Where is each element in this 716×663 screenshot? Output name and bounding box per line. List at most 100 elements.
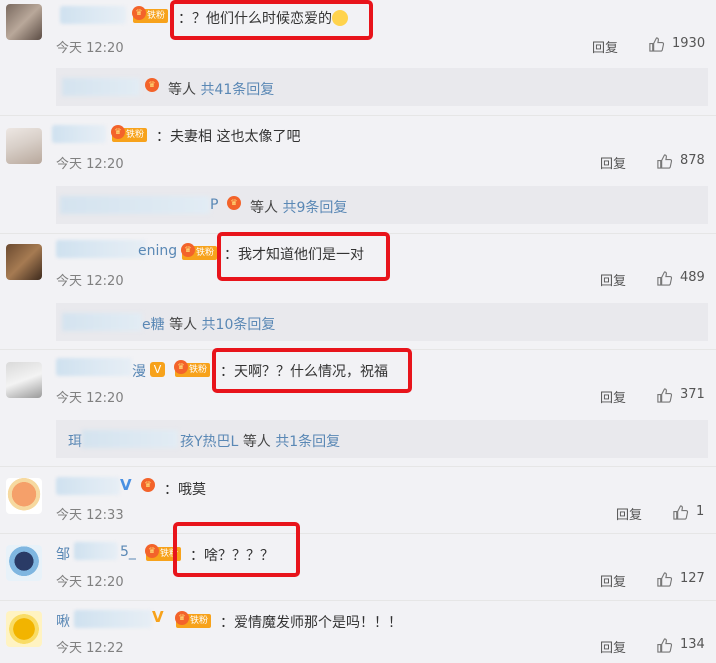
like-count: 878 — [680, 153, 705, 168]
reply-username[interactable] — [82, 430, 178, 448]
reply-button[interactable]: 回复 — [592, 37, 618, 56]
thumbs-up-icon — [649, 37, 665, 52]
verified-v-icon: V — [120, 476, 132, 494]
replies-summary[interactable]: 珥 孩Y热巴L 等人 共1条回复 — [56, 420, 708, 458]
fan-badge: ♛ 铁粉 — [111, 125, 148, 142]
username-tail[interactable]: ening — [138, 243, 177, 259]
crown-icon: ♛ — [227, 196, 241, 210]
like-button[interactable]: 134 — [656, 637, 710, 655]
divider — [0, 533, 716, 534]
crown-icon: ♛ — [132, 6, 146, 20]
reply-username[interactable] — [60, 196, 210, 214]
replies-summary[interactable]: e糖 等人 共10条回复 — [56, 303, 708, 341]
highlight-box — [173, 522, 300, 577]
username-tail[interactable]: 5_ — [120, 544, 136, 560]
v-icon: V — [150, 362, 165, 377]
username[interactable] — [74, 542, 118, 560]
comment-text: ：夫妻相 这也太像了吧 — [156, 129, 301, 145]
timestamp: 今天 12:20 — [56, 41, 124, 56]
reply-button[interactable]: 回复 — [616, 504, 642, 523]
highlight-box — [212, 348, 412, 393]
username-tail[interactable]: 漫 — [132, 361, 146, 381]
timestamp: 今天 12:20 — [56, 391, 124, 406]
like-button[interactable]: 1 — [672, 504, 710, 522]
fan-badge: ♛ 铁粉 — [181, 243, 218, 260]
username[interactable] — [60, 6, 126, 24]
fan-badge: ♛ — [141, 478, 156, 495]
reply-button[interactable]: 回复 — [600, 637, 626, 656]
others-label: 等人 — [242, 434, 271, 450]
reply-username[interactable] — [62, 313, 142, 331]
timestamp: 今天 12:20 — [56, 157, 124, 172]
reply-button[interactable]: 回复 — [600, 387, 626, 406]
fan-badge: ♛ — [145, 78, 160, 95]
crown-icon: ♛ — [181, 243, 195, 257]
reply-username[interactable] — [62, 78, 140, 96]
timestamp: 今天 12:22 — [56, 641, 124, 656]
reply-username-tail[interactable]: 孩Y热巴L — [180, 434, 238, 450]
like-button[interactable]: 878 — [656, 153, 710, 171]
fan-badge: ♛ — [227, 196, 242, 213]
crown-icon: ♛ — [141, 478, 155, 492]
username[interactable] — [56, 477, 120, 495]
highlight-box — [170, 0, 373, 40]
divider — [0, 115, 716, 116]
avatar[interactable] — [6, 362, 42, 398]
comment-text: ：哦莫 — [164, 482, 206, 498]
username[interactable] — [56, 358, 132, 376]
verified-v-icon: V — [152, 608, 164, 626]
username[interactable] — [56, 240, 146, 258]
username-head[interactable]: 啾 — [56, 611, 70, 631]
reply-username-tail[interactable]: P — [210, 197, 218, 213]
avatar[interactable] — [6, 545, 42, 581]
thumbs-up-icon — [673, 505, 689, 520]
avatar[interactable] — [6, 478, 42, 514]
avatar[interactable] — [6, 4, 42, 40]
view-replies-link[interactable]: 共41条回复 — [200, 82, 274, 98]
timestamp: 今天 12:20 — [56, 575, 124, 590]
crown-icon: ♛ — [145, 544, 159, 558]
crown-icon: ♛ — [175, 611, 189, 625]
thumbs-up-icon — [657, 572, 673, 587]
username[interactable] — [52, 125, 106, 143]
username[interactable] — [74, 610, 152, 628]
reply-username-tail[interactable]: e糖 — [142, 317, 165, 333]
reply-button[interactable]: 回复 — [600, 270, 626, 289]
view-replies-link[interactable]: 共10条回复 — [202, 317, 276, 333]
thumbs-up-icon — [657, 271, 673, 286]
reply-button[interactable]: 回复 — [600, 153, 626, 172]
reply-username-head[interactable]: 珥 — [68, 434, 82, 450]
others-label: 等人 — [250, 200, 278, 216]
divider — [0, 466, 716, 467]
comment-text: ：爱情魔发师那个是吗！！！ — [220, 615, 402, 631]
replies-summary[interactable]: P ♛ 等人 共9条回复 — [56, 186, 708, 224]
fan-badge: ♛ 铁粉 — [132, 6, 169, 23]
like-button[interactable]: 371 — [656, 387, 710, 405]
like-button[interactable]: 127 — [656, 571, 710, 589]
like-count: 127 — [680, 571, 705, 586]
username-head[interactable]: 邹 — [56, 544, 70, 564]
fan-badge: ♛ 铁粉 — [174, 360, 211, 377]
crown-icon: ♛ — [111, 125, 125, 139]
thumbs-up-icon — [657, 638, 673, 653]
view-replies-link[interactable]: 共9条回复 — [282, 200, 347, 216]
fan-badge: ♛ 铁粉 — [175, 611, 212, 628]
like-button[interactable]: 1930 — [648, 36, 710, 54]
avatar[interactable] — [6, 611, 42, 647]
thumbs-up-icon — [657, 388, 673, 403]
like-button[interactable]: 489 — [656, 270, 710, 288]
like-count: 489 — [680, 270, 705, 285]
highlight-box — [217, 232, 390, 281]
like-count: 1 — [696, 504, 705, 519]
crown-icon: ♛ — [174, 360, 188, 374]
replies-summary[interactable]: ♛ 等人 共41条回复 — [56, 68, 708, 106]
like-count: 134 — [680, 637, 705, 652]
avatar[interactable] — [6, 128, 42, 164]
reply-button[interactable]: 回复 — [600, 571, 626, 590]
view-replies-link[interactable]: 共1条回复 — [275, 434, 340, 450]
like-count: 1930 — [672, 36, 706, 51]
timestamp: 今天 12:20 — [56, 274, 124, 289]
timestamp: 今天 12:33 — [56, 508, 124, 523]
avatar[interactable] — [6, 244, 42, 280]
like-count: 371 — [680, 387, 705, 402]
